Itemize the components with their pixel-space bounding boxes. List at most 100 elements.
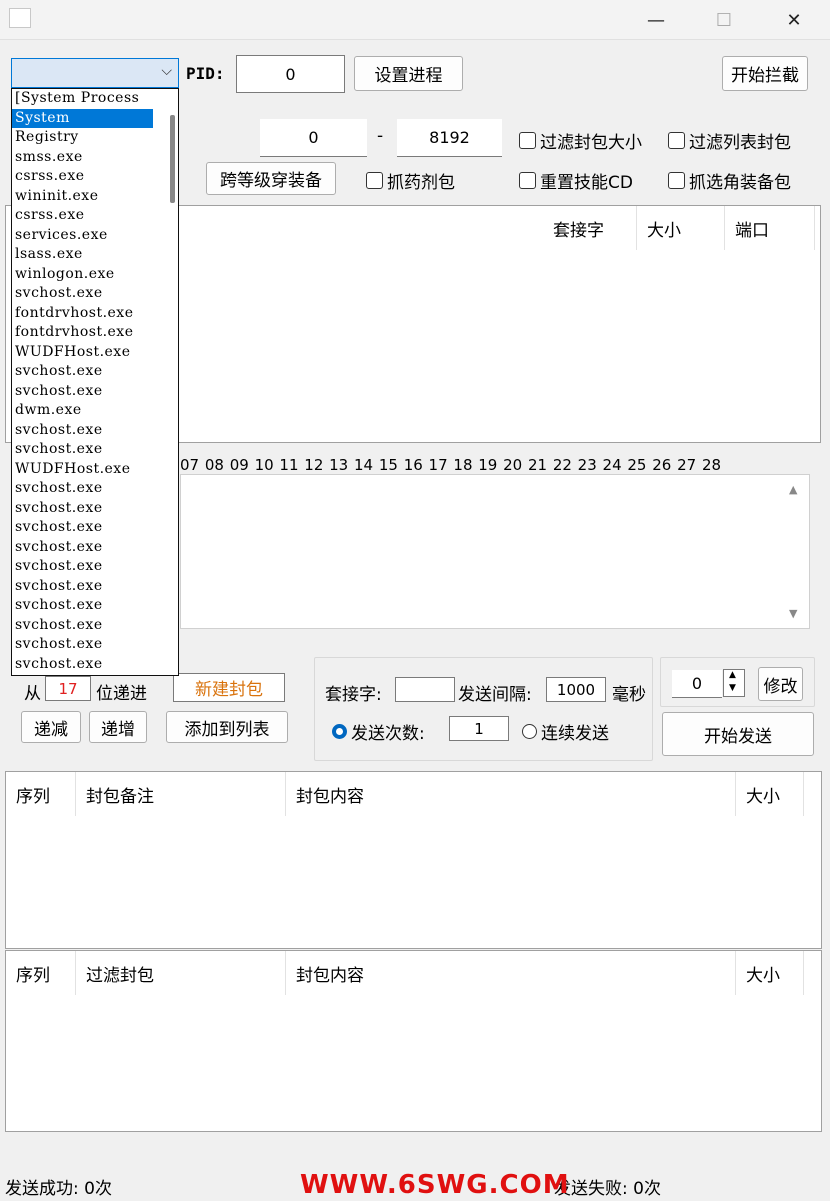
- process-item[interactable]: fontdrvhost.exe: [12, 304, 178, 324]
- process-item[interactable]: dwm.exe: [12, 401, 178, 421]
- continuous-send-radio[interactable]: 连续发送: [522, 719, 609, 744]
- col-content[interactable]: 封包内容: [286, 772, 736, 816]
- hex-editor[interactable]: ▲ ▼: [180, 474, 810, 629]
- packet-list[interactable]: 序列 封包备注 封包内容 大小: [5, 771, 822, 949]
- new-packet-button[interactable]: 新建封包: [173, 673, 285, 702]
- start-intercept-button[interactable]: 开始拦截: [722, 56, 808, 91]
- filter-list-checkbox[interactable]: 过滤列表封包: [668, 128, 791, 153]
- maximize-icon: ☐: [715, 9, 733, 31]
- process-item[interactable]: csrss.exe: [12, 167, 178, 187]
- col-port[interactable]: 端口: [725, 206, 815, 250]
- process-item[interactable]: svchost.exe: [12, 362, 178, 382]
- minimize-icon: —: [647, 9, 665, 31]
- grab-potion-label: 抓药剂包: [387, 173, 455, 193]
- spin-input[interactable]: 0: [672, 670, 722, 698]
- col-socket[interactable]: 套接字: [543, 206, 637, 250]
- process-item[interactable]: svchost.exe: [12, 596, 178, 616]
- minimize-button[interactable]: —: [628, 0, 684, 40]
- process-item[interactable]: fontdrvhost.exe: [12, 323, 178, 343]
- set-process-button[interactable]: 设置进程: [354, 56, 463, 91]
- checkbox-box: [668, 132, 685, 149]
- process-item[interactable]: svchost.exe: [12, 479, 178, 499]
- process-item[interactable]: svchost.exe: [12, 499, 178, 519]
- filter-size-checkbox[interactable]: 过滤封包大小: [519, 128, 642, 153]
- col-note[interactable]: 封包备注: [76, 772, 286, 816]
- socket-input[interactable]: [395, 677, 455, 702]
- col-seq[interactable]: 序列: [6, 772, 76, 816]
- checkbox-box: [366, 172, 383, 189]
- dropdown-scroll-thumb[interactable]: [170, 115, 175, 203]
- send-count-label: 发送次数:: [351, 724, 425, 744]
- maximize-button[interactable]: ☐: [696, 0, 752, 40]
- close-icon: ✕: [786, 9, 802, 31]
- process-item[interactable]: svchost.exe: [12, 655, 178, 675]
- col-filter[interactable]: 过滤封包: [76, 951, 286, 995]
- process-item[interactable]: svchost.exe: [12, 421, 178, 441]
- reset-skill-checkbox[interactable]: 重置技能CD: [519, 168, 633, 193]
- modify-button[interactable]: 修改: [758, 667, 803, 701]
- process-item[interactable]: WUDFHost.exe: [12, 460, 178, 480]
- from-input[interactable]: 17: [45, 676, 91, 701]
- process-item[interactable]: winlogon.exe: [12, 265, 178, 285]
- filter-list-header: 序列 过滤封包 封包内容 大小: [6, 951, 804, 995]
- col-content[interactable]: 封包内容: [286, 951, 736, 995]
- close-button[interactable]: ✕: [766, 0, 822, 40]
- increment-button[interactable]: 递增: [89, 711, 147, 743]
- reset-skill-label: 重置技能CD: [540, 173, 633, 193]
- from-label: 从: [24, 684, 41, 704]
- size-max-input[interactable]: 8192: [397, 119, 502, 157]
- process-item[interactable]: System: [12, 108, 153, 128]
- process-item[interactable]: [System Process: [12, 89, 178, 109]
- send-count-input[interactable]: 1: [449, 716, 509, 741]
- spin-up-icon[interactable]: ▲: [729, 670, 736, 680]
- checkbox-box: [668, 172, 685, 189]
- col-size[interactable]: 大小: [736, 951, 804, 995]
- grab-select-checkbox[interactable]: 抓选角装备包: [668, 168, 791, 193]
- process-item[interactable]: svchost.exe: [12, 635, 178, 655]
- process-item[interactable]: services.exe: [12, 226, 178, 246]
- process-item[interactable]: svchost.exe: [12, 616, 178, 636]
- spin-down-icon[interactable]: ▼: [729, 683, 736, 693]
- decrement-button[interactable]: 递减: [21, 711, 81, 743]
- socket-label: 套接字:: [325, 685, 382, 705]
- process-item[interactable]: svchost.exe: [12, 284, 178, 304]
- interval-input[interactable]: 1000: [546, 677, 606, 702]
- filter-size-label: 过滤封包大小: [540, 133, 642, 153]
- process-item[interactable]: WUDFHost.exe: [12, 343, 178, 363]
- capture-table-header: 套接字 大小 端口: [543, 206, 815, 250]
- add-to-list-button[interactable]: 添加到列表: [166, 711, 288, 743]
- col-size[interactable]: 大小: [736, 772, 804, 816]
- hex-scrollbar[interactable]: ▲ ▼: [781, 475, 809, 628]
- col-size[interactable]: 大小: [637, 206, 725, 250]
- process-item[interactable]: svchost.exe: [12, 382, 178, 402]
- process-item[interactable]: lsass.exe: [12, 245, 178, 265]
- process-item[interactable]: svchost.exe: [12, 557, 178, 577]
- process-item[interactable]: svchost.exe: [12, 577, 178, 597]
- process-item[interactable]: svchost.exe: [12, 440, 178, 460]
- process-item[interactable]: Registry: [12, 128, 178, 148]
- packet-list-header: 序列 封包备注 封包内容 大小: [6, 772, 804, 816]
- process-item[interactable]: smss.exe: [12, 148, 178, 168]
- process-dropdown-list[interactable]: [System Process System Registry smss.exe csr…: [11, 88, 179, 676]
- scroll-down-icon[interactable]: ▼: [789, 607, 797, 620]
- process-item[interactable]: svchost.exe: [12, 518, 178, 538]
- process-item[interactable]: wininit.exe: [12, 187, 178, 207]
- spin-buttons[interactable]: ▲ ▼: [723, 669, 745, 697]
- process-combobox[interactable]: ⌵: [11, 58, 179, 88]
- grab-potion-checkbox[interactable]: 抓药剂包: [366, 168, 455, 193]
- send-settings-group: [314, 657, 653, 761]
- send-count-radio[interactable]: 发送次数:: [332, 719, 425, 744]
- cross-level-button[interactable]: 跨等级穿装备: [206, 162, 336, 195]
- filter-list-label: 过滤列表封包: [689, 133, 791, 153]
- ms-label: 毫秒: [612, 685, 646, 705]
- start-send-button[interactable]: 开始发送: [662, 712, 814, 756]
- process-item[interactable]: csrss.exe: [12, 206, 178, 226]
- interval-label: 发送间隔:: [458, 685, 532, 705]
- send-success-status: 发送成功: 0次: [5, 1179, 112, 1199]
- scroll-up-icon[interactable]: ▲: [789, 483, 797, 496]
- col-seq[interactable]: 序列: [6, 951, 76, 995]
- filter-list[interactable]: 序列 过滤封包 封包内容 大小: [5, 950, 822, 1132]
- pid-input[interactable]: 0: [236, 55, 345, 93]
- process-item[interactable]: svchost.exe: [12, 538, 178, 558]
- size-min-input[interactable]: 0: [260, 119, 367, 157]
